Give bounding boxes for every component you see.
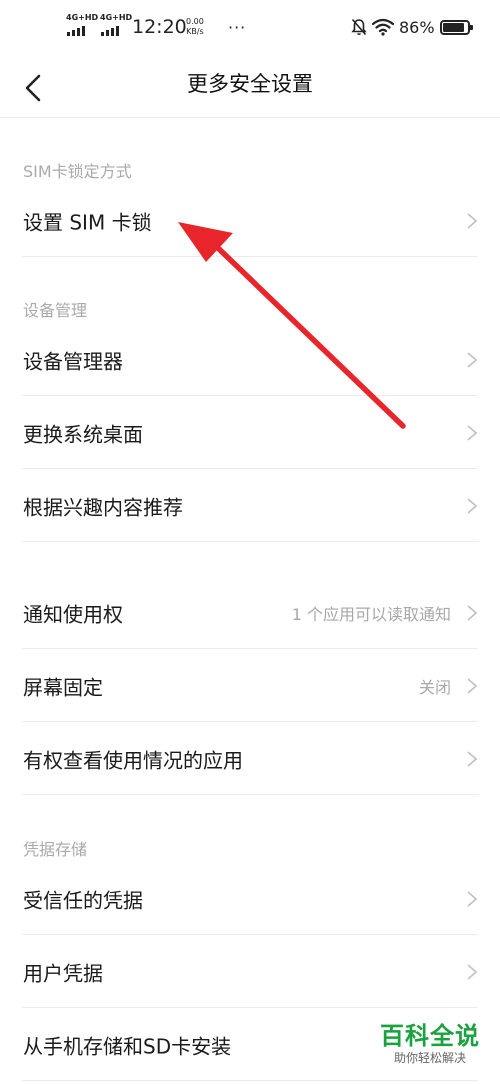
bell-muted-icon	[351, 18, 367, 36]
setting-item-screen-pinning[interactable]: 屏幕固定 关闭	[0, 649, 500, 722]
setting-item-value: 关闭	[418, 677, 451, 697]
setting-item-user-credentials[interactable]: 用户凭据	[0, 935, 500, 1008]
chevron-right-icon	[467, 351, 478, 368]
divider	[22, 256, 478, 257]
setting-item-label: 更换系统桌面	[23, 422, 143, 446]
setting-item-interest-recommendations[interactable]: 根据兴趣内容推荐	[0, 469, 500, 542]
battery-percent: 86%	[399, 18, 435, 37]
network-type-label-1: 4G+HD	[66, 13, 99, 22]
network-type-label-2: 4G+HD	[100, 13, 133, 22]
top-nav-bar: 更多安全设置	[0, 58, 500, 118]
network-speed-value: 0.00	[186, 17, 204, 26]
setting-item-label: 设置 SIM 卡锁	[23, 210, 152, 234]
setting-item-device-admin[interactable]: 设备管理器	[0, 323, 500, 396]
page-title: 更多安全设置	[187, 72, 313, 96]
divider	[22, 541, 478, 542]
signal-icon-2	[101, 26, 119, 36]
divider	[22, 794, 478, 795]
network-speed-unit: KB/s	[186, 27, 204, 36]
watermark-title: 百科全说	[380, 1022, 480, 1050]
network-speed: 0.00 KB/s	[186, 17, 204, 37]
chevron-right-icon	[467, 424, 478, 441]
setting-item-notification-access[interactable]: 通知使用权 1 个应用可以读取通知	[0, 576, 500, 649]
status-bar: 4G+HD 4G+HD 12:20 0.00 KB/s ··· 86%	[0, 0, 500, 58]
chevron-right-icon	[467, 604, 478, 621]
setting-item-label: 设备管理器	[23, 349, 123, 373]
section-header-device-management: 设备管理	[23, 301, 88, 320]
section-header-credential-storage: 凭据存储	[23, 840, 88, 859]
setting-item-usage-access[interactable]: 有权查看使用情况的应用	[0, 722, 500, 795]
setting-item-set-sim-lock[interactable]: 设置 SIM 卡锁	[0, 184, 500, 257]
chevron-right-icon	[467, 750, 478, 767]
chevron-right-icon	[467, 497, 478, 514]
chevron-right-icon	[467, 212, 478, 229]
wifi-icon	[372, 18, 394, 36]
setting-item-label: 根据兴趣内容推荐	[23, 495, 183, 519]
section-header-sim-lock: SIM卡锁定方式	[23, 162, 132, 181]
setting-item-label: 有权查看使用情况的应用	[23, 748, 243, 772]
setting-item-label: 受信任的凭据	[23, 888, 143, 912]
setting-item-value: 1 个应用可以读取通知	[291, 604, 451, 624]
setting-item-label: 通知使用权	[23, 602, 123, 626]
chevron-right-icon	[467, 963, 478, 980]
watermark-logo: 百科全说 助你轻松解决	[374, 1022, 486, 1066]
status-time: 12:20	[132, 16, 187, 38]
more-notifications-icon: ···	[228, 18, 247, 37]
setting-item-label: 屏幕固定	[23, 675, 103, 699]
setting-item-change-launcher[interactable]: 更换系统桌面	[0, 396, 500, 469]
setting-item-trusted-credentials[interactable]: 受信任的凭据	[0, 862, 500, 935]
signal-icon-1	[67, 26, 85, 36]
setting-item-label: 从手机存储和SD卡安装	[23, 1034, 232, 1058]
watermark-subtitle: 助你轻松解决	[393, 1051, 466, 1065]
battery-icon	[440, 20, 473, 35]
chevron-right-icon	[467, 677, 478, 694]
divider	[22, 1080, 478, 1081]
chevron-right-icon	[467, 890, 478, 907]
battery-level-fill	[443, 23, 464, 32]
setting-item-label: 用户凭据	[23, 961, 103, 985]
